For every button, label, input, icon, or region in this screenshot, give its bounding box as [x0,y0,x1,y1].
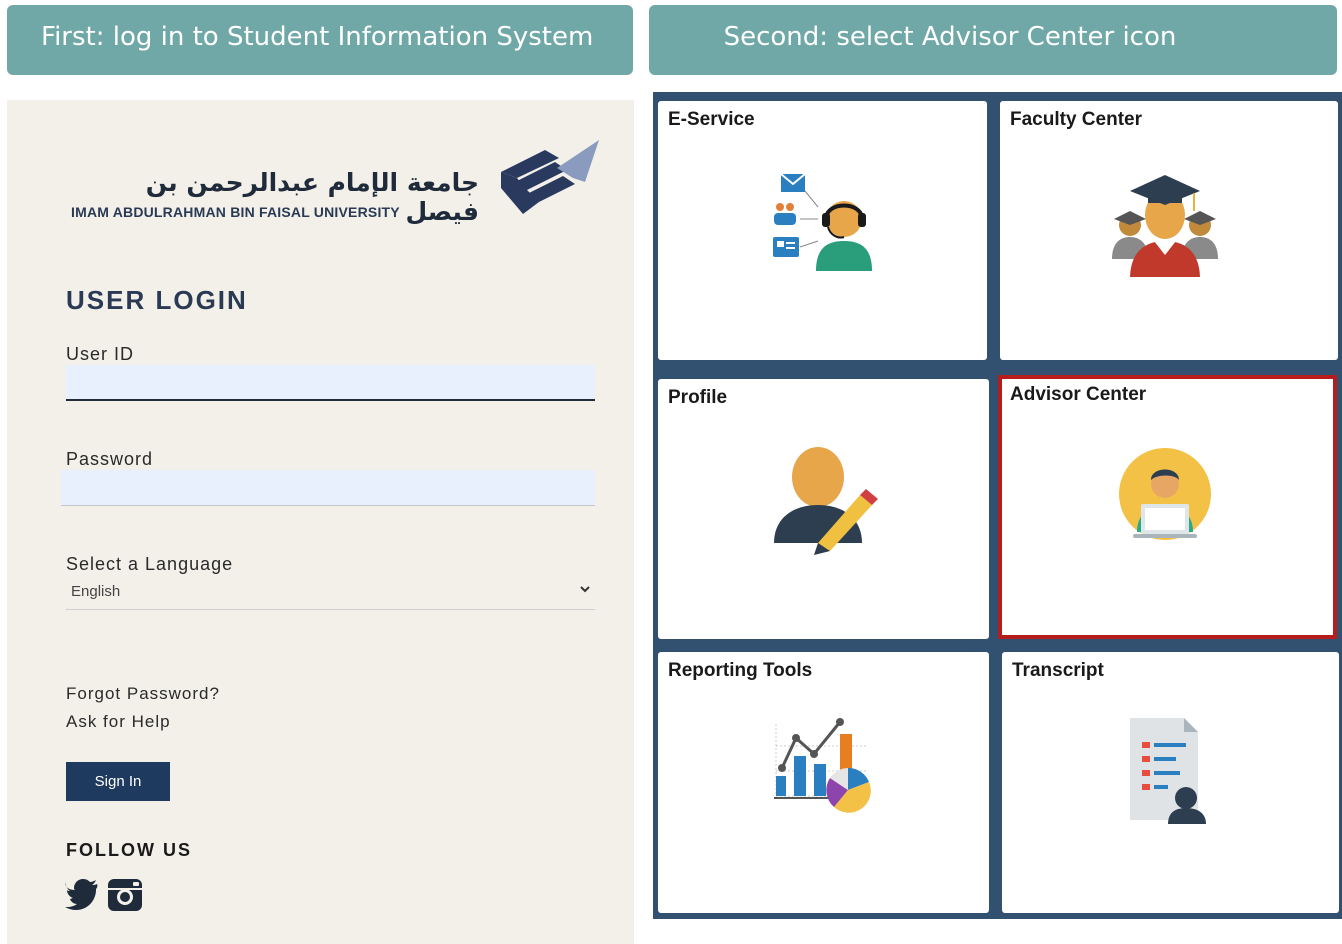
forgot-password-link[interactable]: Forgot Password? [66,684,220,704]
university-emblem-icon [501,140,599,214]
language-select[interactable]: English [66,580,595,610]
twitter-icon[interactable] [65,878,105,914]
password-input[interactable] [61,470,595,506]
tile-label: E-Service [668,109,755,130]
tile-advisor-center[interactable]: Advisor Center [998,375,1337,639]
chevron-down-icon [579,582,591,598]
tile-transcript[interactable]: Transcript [1002,652,1339,913]
sign-in-button[interactable]: Sign In [66,762,170,801]
tile-label: Transcript [1012,660,1104,681]
transcript-icon [1130,718,1206,824]
step-one-banner: First: log in to Student Information Sys… [7,5,633,75]
userid-input[interactable] [66,365,595,401]
language-selected-value: English [71,583,121,600]
tile-label: Advisor Center [1010,384,1147,405]
logo-english-text: IMAM ABDULRAHMAN BIN FAISAL UNIVERSITY [71,204,400,220]
homepage-tiles-panel: E-Service Faculty Center Profile Advisor… [653,92,1342,919]
university-logo: جامعة الإمام عبدالرحمن بن فيصل IMAM ABDU… [69,138,599,228]
userid-label: User ID [66,344,135,364]
tile-label: Profile [668,387,728,408]
ask-for-help-link[interactable]: Ask for Help [66,712,171,732]
language-label: Select a Language [66,554,234,574]
profile-icon [774,447,878,555]
tile-reporting-tools[interactable]: Reporting Tools [658,652,989,913]
login-panel: جامعة الإمام عبدالرحمن بن فيصل IMAM ABDU… [7,100,634,944]
password-label: Password [66,449,154,469]
advisor-center-icon [1119,448,1211,540]
tile-faculty-center[interactable]: Faculty Center [1000,101,1338,360]
tile-e-service[interactable]: E-Service [658,101,987,360]
faculty-center-icon [1112,175,1218,277]
tile-label: Reporting Tools [668,660,813,681]
follow-us-heading: FOLLOW US [66,840,192,860]
tile-profile[interactable]: Profile [658,379,989,639]
instagram-icon[interactable] [107,878,147,914]
tile-label: Faculty Center [1010,109,1142,130]
e-service-icon [773,173,872,271]
step-two-banner: Second: select Advisor Center icon [649,5,1337,75]
login-title: USER LOGIN [66,285,248,315]
reporting-tools-icon [774,718,871,813]
